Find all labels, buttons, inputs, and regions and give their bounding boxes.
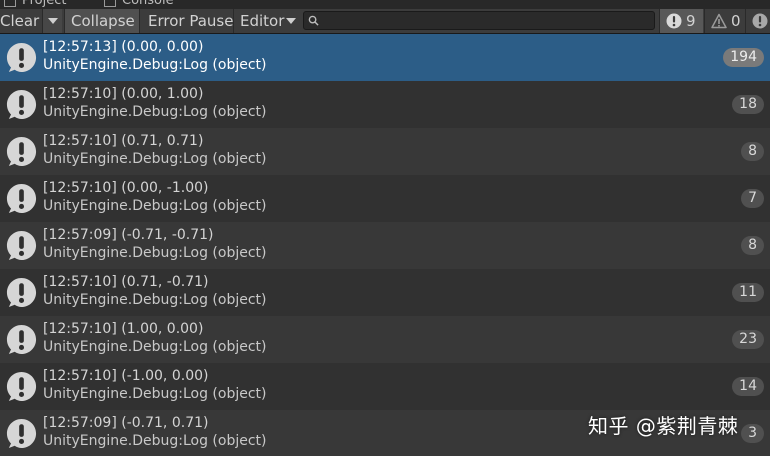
- collapse-count-badge: 8: [741, 142, 764, 161]
- search-box: [303, 11, 655, 30]
- log-entry[interactable]: [12:57:09] (-0.71, -0.71) UnityEngine.De…: [0, 222, 770, 269]
- info-message-icon: [6, 277, 37, 308]
- log-source: UnityEngine.Debug:Log (object): [43, 104, 267, 120]
- info-message-icon: [6, 371, 37, 402]
- log-message: [12:57:13] (0.00, 0.00): [43, 39, 204, 55]
- collapse-count-badge: 3: [741, 424, 764, 443]
- log-message: [12:57:10] (1.00, 0.00): [43, 321, 204, 337]
- log-source: UnityEngine.Debug:Log (object): [43, 151, 267, 167]
- info-message-icon: [6, 418, 37, 449]
- folder-icon: [4, 0, 16, 7]
- chevron-down-icon: [286, 18, 296, 24]
- info-filter-toggle[interactable]: 9: [659, 9, 703, 33]
- info-count: 9: [686, 12, 696, 30]
- collapse-count-badge: 14: [732, 377, 764, 396]
- log-message: [12:57:10] (0.00, 1.00): [43, 86, 204, 102]
- info-message-icon: [6, 42, 37, 73]
- chevron-down-icon: [48, 18, 58, 24]
- collapse-count-badge: 18: [732, 95, 764, 114]
- error-pause-toggle[interactable]: Error Pause: [142, 9, 234, 33]
- info-message-icon: [6, 136, 37, 167]
- clear-button[interactable]: Clear: [0, 9, 40, 33]
- collapse-toggle[interactable]: Collapse: [64, 9, 140, 33]
- editor-target-dropdown[interactable]: Editor: [236, 9, 300, 33]
- warning-filter-toggle[interactable]: 0: [704, 9, 744, 33]
- console-log-list: [12:57:13] (0.00, 0.00) UnityEngine.Debu…: [0, 34, 770, 456]
- tab-project[interactable]: Project: [4, 0, 66, 9]
- info-message-icon: [6, 230, 37, 261]
- console-toolbar: Clear Collapse Error Pause Editor 9 0: [0, 9, 770, 34]
- log-source: UnityEngine.Debug:Log (object): [43, 339, 267, 355]
- log-message: [12:57:10] (0.71, -0.71): [43, 274, 209, 290]
- log-entry[interactable]: [12:57:10] (0.71, -0.71) UnityEngine.Deb…: [0, 269, 770, 316]
- log-entry[interactable]: [12:57:10] (-1.00, 0.00) UnityEngine.Deb…: [0, 363, 770, 410]
- log-message: [12:57:10] (0.71, 0.71): [43, 133, 204, 149]
- log-source: UnityEngine.Debug:Log (object): [43, 433, 267, 449]
- editor-target-label: Editor: [240, 12, 285, 30]
- clear-options-dropdown[interactable]: [42, 9, 62, 33]
- error-icon: [752, 13, 768, 29]
- info-message-icon: [6, 324, 37, 355]
- log-message: [12:57:09] (-0.71, -0.71): [43, 227, 214, 243]
- collapse-count-badge: 11: [732, 283, 764, 302]
- log-entry[interactable]: [12:57:13] (0.00, 0.00) UnityEngine.Debu…: [0, 34, 770, 81]
- info-message-icon: [6, 89, 37, 120]
- log-message: [12:57:10] (0.00, -1.00): [43, 180, 209, 196]
- log-message: [12:57:09] (-0.71, 0.71): [43, 415, 209, 431]
- tab-console[interactable]: Console: [104, 0, 174, 9]
- collapse-count-badge: 8: [741, 236, 764, 255]
- collapse-count-badge: 7: [741, 189, 764, 208]
- log-entry[interactable]: [12:57:10] (0.00, -1.00) UnityEngine.Deb…: [0, 175, 770, 222]
- log-entry[interactable]: [12:57:10] (0.00, 1.00) UnityEngine.Debu…: [0, 81, 770, 128]
- search-icon: [308, 15, 319, 26]
- warning-count: 0: [731, 12, 741, 30]
- log-source: UnityEngine.Debug:Log (object): [43, 292, 267, 308]
- log-message: [12:57:10] (-1.00, 0.00): [43, 368, 209, 384]
- info-message-icon: [666, 13, 682, 29]
- warning-icon: [711, 13, 727, 29]
- error-filter-toggle[interactable]: [745, 9, 770, 33]
- collapse-count-badge: 194: [723, 48, 764, 67]
- tab-console-label: Console: [122, 0, 174, 8]
- window-tab-strip: Project Console: [0, 0, 770, 9]
- log-source: UnityEngine.Debug:Log (object): [43, 245, 267, 261]
- log-entry[interactable]: [12:57:10] (1.00, 0.00) UnityEngine.Debu…: [0, 316, 770, 363]
- collapse-count-badge: 23: [732, 330, 764, 349]
- log-source: UnityEngine.Debug:Log (object): [43, 198, 267, 214]
- tab-project-label: Project: [22, 0, 67, 8]
- watermark-text: 知乎 @紫荆青棘: [588, 414, 739, 438]
- console-icon: [104, 0, 116, 7]
- log-entry[interactable]: [12:57:10] (0.71, 0.71) UnityEngine.Debu…: [0, 128, 770, 175]
- info-message-icon: [6, 183, 37, 214]
- log-source: UnityEngine.Debug:Log (object): [43, 386, 267, 402]
- log-source: UnityEngine.Debug:Log (object): [43, 57, 267, 73]
- search-input[interactable]: [322, 12, 652, 29]
